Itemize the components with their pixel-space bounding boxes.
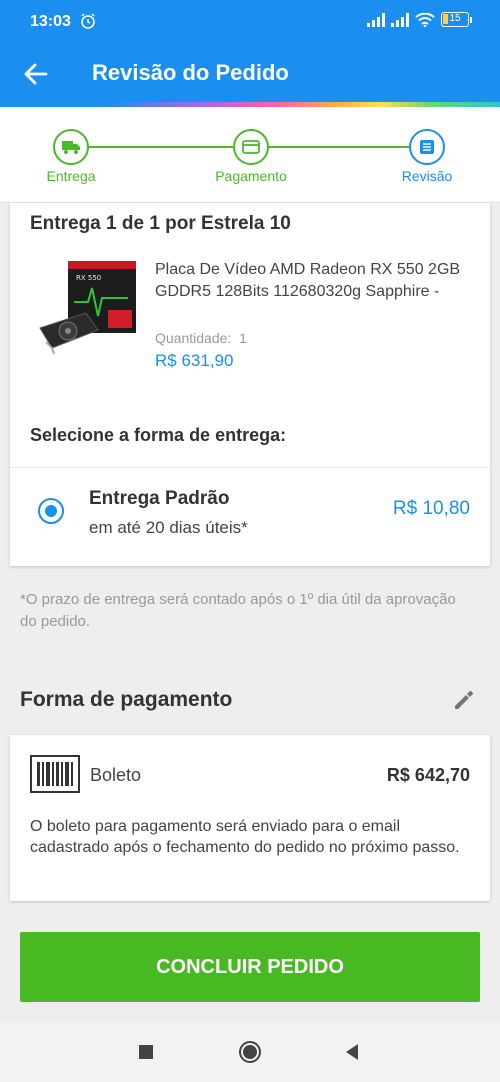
step-connector (89, 146, 233, 148)
step-review[interactable] (409, 129, 445, 165)
step-label-payment[interactable]: Pagamento (215, 168, 287, 184)
payment-method: Boleto (90, 765, 142, 785)
payment-description: O boleto para pagamento será enviado par… (30, 818, 460, 856)
edit-pencil-icon[interactable] (450, 686, 478, 714)
document-icon (420, 140, 434, 154)
conclude-order-button[interactable]: CONCLUIR PEDIDO (20, 932, 480, 1002)
step-payment[interactable] (233, 129, 269, 165)
shipping-option-days: em até 20 dias úteis* (89, 518, 248, 537)
payment-total: R$ 642,70 (386, 765, 470, 785)
quantity-label: Quantidade: (155, 330, 232, 346)
svg-text:RX 550: RX 550 (76, 274, 101, 282)
step-delivery[interactable] (53, 129, 89, 165)
barcode-icon (30, 755, 80, 793)
status-bar: 13:03 15 (0, 0, 500, 44)
step-label-review[interactable]: Revisão (402, 168, 453, 184)
status-time: 13:03 (30, 13, 71, 30)
home-icon[interactable] (238, 1040, 262, 1064)
step-label-delivery[interactable]: Entrega (46, 168, 95, 184)
app-bar: Revisão do Pedido (0, 44, 500, 102)
recent-apps-icon[interactable] (134, 1040, 158, 1064)
delivery-card: Entrega 1 de 1 por Estrela 10 RX 550 Pla… (10, 203, 490, 566)
quantity: Quantidade: 1 (155, 330, 247, 346)
divider (10, 467, 490, 468)
product-name: Placa De Vídeo AMD Radeon RX 550 2GB GDD… (155, 261, 461, 300)
payment-header: Forma de pagamento (20, 688, 233, 711)
quantity-value: 1 (239, 330, 247, 346)
battery-icon: 15 (441, 12, 472, 27)
page-title: Revisão do Pedido (92, 60, 289, 85)
payment-card: Boleto R$ 642,70 O boleto para pagamento… (10, 735, 490, 901)
shipping-option-name[interactable]: Entrega Padrão (89, 488, 229, 510)
system-nav-bar (0, 1022, 500, 1082)
step-connector (269, 146, 409, 148)
delivery-note: *O prazo de entrega será contado após o … (20, 591, 456, 630)
product-price: R$ 631,90 (155, 351, 234, 370)
product-image: RX 550 (39, 261, 136, 355)
signal-icon (367, 12, 385, 27)
alarm-icon (81, 13, 95, 29)
shipping-option-price: R$ 10,80 (392, 498, 470, 519)
card-icon (242, 140, 260, 154)
back-nav-icon[interactable] (340, 1040, 364, 1064)
wifi-icon (415, 12, 435, 27)
shipping-option-radio[interactable] (38, 498, 64, 524)
status-icons: 15 (367, 12, 472, 27)
battery-level: 15 (449, 13, 461, 24)
signal-icon (391, 12, 409, 27)
shipping-select-title: Selecione a forma de entrega: (30, 425, 287, 445)
back-arrow-icon[interactable] (22, 60, 50, 88)
truck-icon (62, 141, 80, 154)
checkout-stepper: Entrega Pagamento Revisão (0, 107, 500, 203)
delivery-title: Entrega 1 de 1 por Estrela 10 (30, 213, 291, 234)
